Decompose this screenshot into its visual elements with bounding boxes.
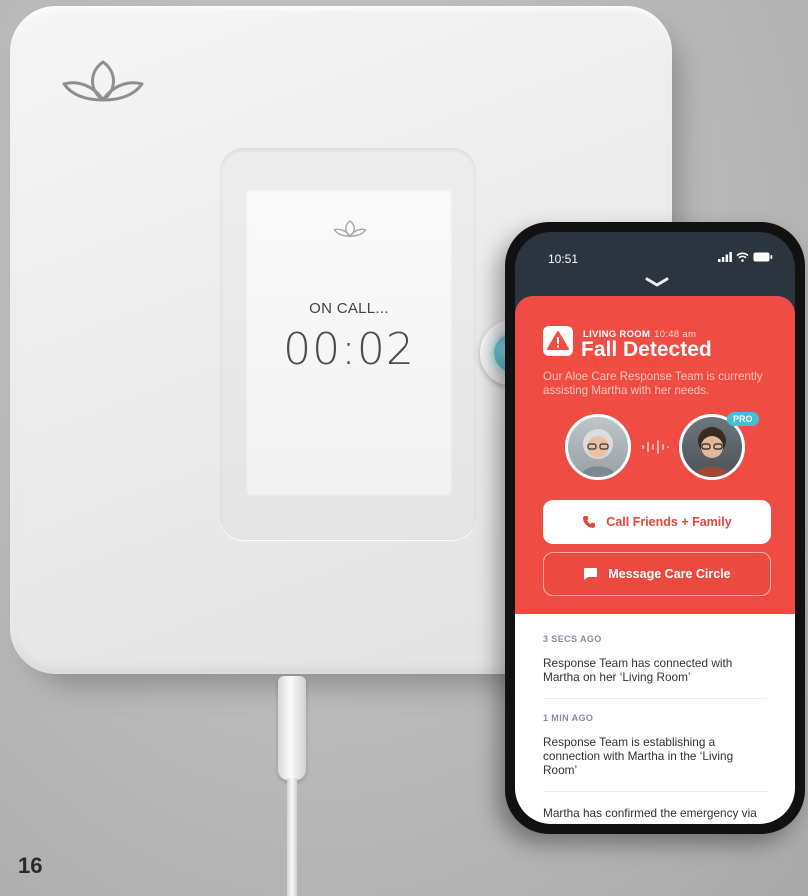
chevron-down-icon[interactable]	[645, 276, 669, 288]
feed-item-time: 1 MIN AGO	[543, 713, 594, 723]
status-icons	[718, 252, 773, 262]
status-bar: 10:51	[515, 252, 795, 272]
call-friends-family-label: Call Friends + Family	[606, 515, 732, 529]
call-friends-family-button[interactable]: Call Friends + Family	[543, 500, 771, 544]
alert-description: Our Aloe Care Response Team is currently…	[543, 370, 763, 397]
audio-wave-icon	[642, 440, 669, 454]
phone-device: 10:51 LIVING ROOM 10:48 am Fall Detected…	[505, 222, 805, 834]
wifi-icon	[736, 252, 749, 262]
message-icon	[584, 568, 598, 580]
pro-badge: PRO	[727, 412, 759, 426]
power-cable-plug	[278, 676, 306, 780]
feed-item-time: 3 SECS AGO	[543, 634, 602, 644]
message-care-circle-button[interactable]: Message Care Circle	[543, 552, 771, 596]
martha-avatar	[565, 414, 631, 480]
feed-item: Martha has confirmed the emergency via	[543, 806, 767, 824]
activity-feed: 3 SECS AGO Response Team has connected w…	[515, 614, 795, 824]
message-care-circle-label: Message Care Circle	[608, 567, 731, 581]
call-timer: 00:02	[283, 324, 415, 375]
status-time: 10:51	[548, 252, 579, 266]
battery-icon	[753, 252, 773, 262]
call-status-label: ON CALL...	[309, 300, 389, 317]
phone-screen: 10:51 LIVING ROOM 10:48 am Fall Detected…	[515, 232, 795, 824]
feed-item-text: Response Team has connected with Martha …	[543, 656, 733, 684]
feed-item-text: Response Team is establishing a connecti…	[543, 735, 734, 777]
hub-screen-frame: ON CALL... 00:02	[220, 148, 476, 540]
feed-item: 1 MIN AGO Response Team is establishing …	[543, 713, 767, 792]
fall-alert-card: LIVING ROOM 10:48 am Fall Detected Our Al…	[515, 296, 795, 614]
warning-icon	[543, 326, 573, 356]
feed-item-text: Martha has confirmed the emergency via	[543, 806, 757, 820]
hub-display: ON CALL... 00:02	[246, 190, 452, 496]
phone-icon	[583, 516, 596, 528]
power-cable	[287, 778, 297, 896]
alert-title: Fall Detected	[581, 338, 712, 361]
page-number: 16	[18, 853, 43, 878]
lotus-logo-icon	[62, 60, 144, 102]
feed-item: 3 SECS AGO Response Team has connected w…	[543, 634, 767, 699]
signal-icon	[718, 252, 732, 262]
lotus-logo-icon	[333, 220, 367, 237]
